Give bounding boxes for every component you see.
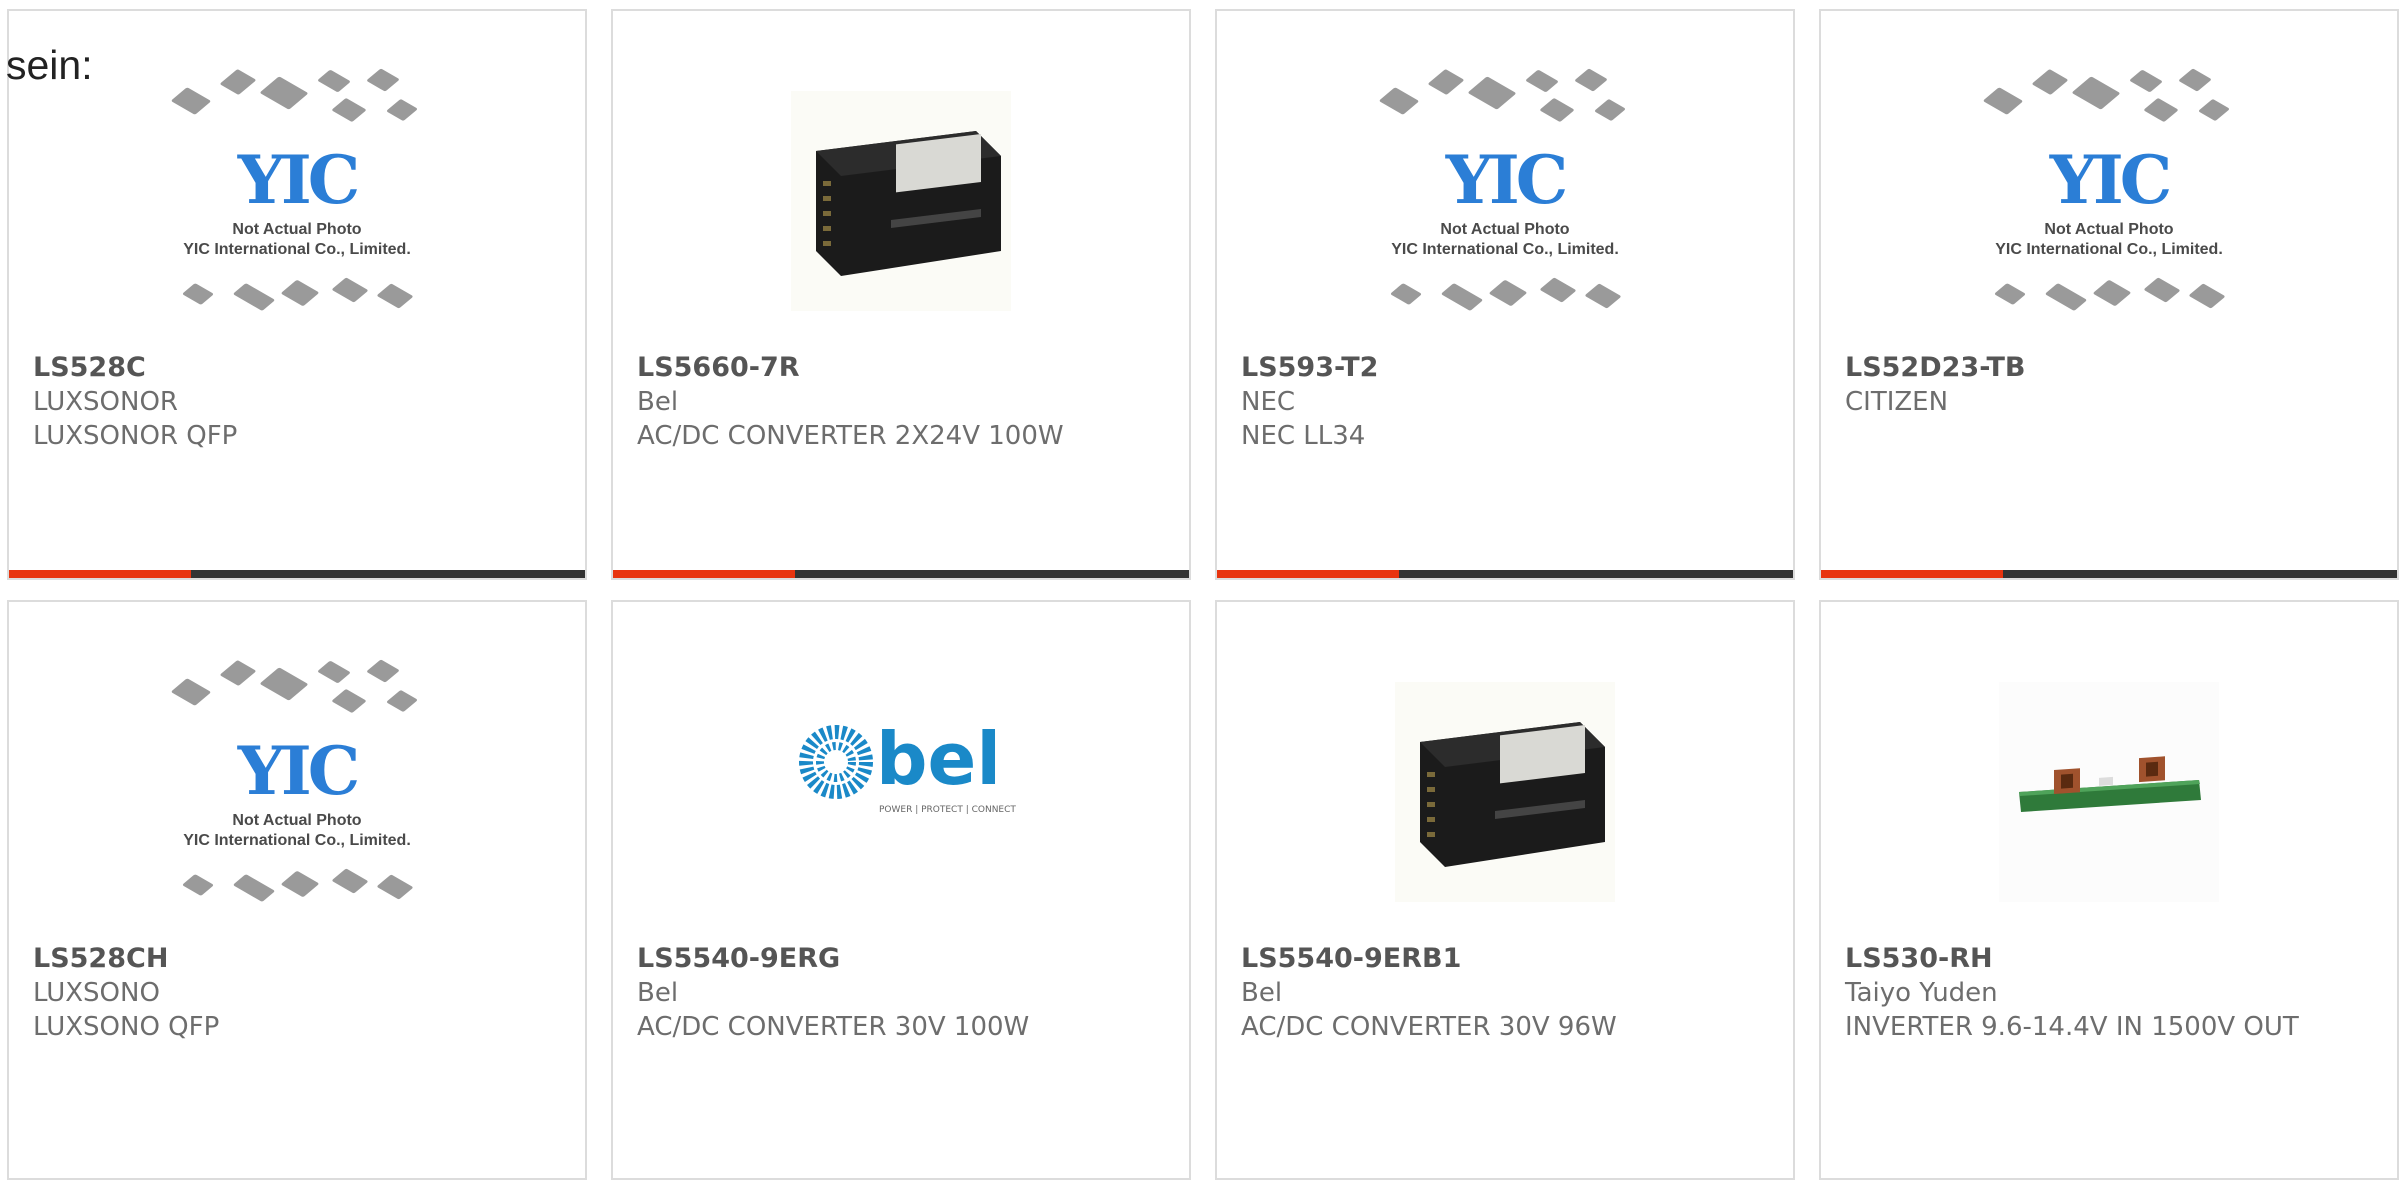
bel-logo-word: bel — [876, 717, 1001, 801]
yic-placeholder-image: YIC Not Actual Photo YIC International C… — [1365, 61, 1645, 341]
placeholder-company: YIC International Co., Limited. — [1391, 241, 1619, 258]
inverter-board-image — [1999, 682, 2219, 902]
product-card[interactable]: LS5540-9ERB1 Bel AC/DC CONVERTER 30V 96W — [1215, 600, 1795, 1180]
card-accent — [1217, 570, 1399, 578]
placeholder-company: YIC International Co., Limited. — [183, 832, 411, 849]
power-supply-image — [791, 91, 1011, 311]
product-image — [1365, 652, 1645, 932]
yic-logo: YIC — [2049, 141, 2173, 219]
card-underline-bar — [1217, 570, 1793, 578]
manufacturer: Taiyo Yuden — [1845, 978, 1998, 1008]
power-supply-image — [1395, 682, 1615, 902]
product-info: LS5660-7R Bel AC/DC CONVERTER 2X24V 100W — [637, 351, 1165, 453]
card-underline-bar — [1821, 570, 2397, 578]
card-underline-bar — [613, 570, 1189, 578]
product-image-placeholder: YIC Not Actual Photo YIC International C… — [1365, 61, 1645, 341]
placeholder-company: YIC International Co., Limited. — [183, 241, 411, 258]
product-info: LS5540-9ERG Bel AC/DC CONVERTER 30V 100W — [637, 942, 1165, 1044]
part-number: LS5540-9ERB1 — [1241, 943, 1462, 974]
product-image-placeholder: YIC Not Actual Photo YIC International C… — [157, 61, 437, 341]
product-info: LS593-T2 NEC NEC LL34 — [1241, 351, 1769, 453]
yic-placeholder-image: YIC Not Actual Photo YIC International C… — [1969, 61, 2249, 341]
part-number: LS593-T2 — [1241, 352, 1379, 383]
product-info: LS528CH LUXSONO LUXSONO QFP — [33, 942, 561, 1044]
card-accent — [613, 570, 795, 578]
manufacturer: LUXSONO — [33, 978, 160, 1008]
product-image: bel POWER | PROTECT | CONNECT — [761, 652, 1041, 932]
description: AC/DC CONVERTER 30V 96W — [1241, 1012, 1617, 1042]
description: AC/DC CONVERTER 30V 100W — [637, 1012, 1030, 1042]
description: AC/DC CONVERTER 2X24V 100W — [637, 421, 1064, 451]
yic-logo: YIC — [237, 141, 361, 219]
product-card[interactable]: YIC Not Actual Photo YIC International C… — [1215, 9, 1795, 580]
product-image-placeholder: YIC Not Actual Photo YIC International C… — [1969, 61, 2249, 341]
part-number: LS528CH — [33, 943, 169, 974]
product-card[interactable]: LS5660-7R Bel AC/DC CONVERTER 2X24V 100W — [611, 9, 1191, 580]
manufacturer: Bel — [637, 978, 679, 1008]
placeholder-note: Not Actual Photo — [232, 221, 362, 238]
card-accent — [1821, 570, 2003, 578]
bel-logo-tagline: POWER | PROTECT | CONNECT — [879, 805, 1016, 815]
placeholder-note: Not Actual Photo — [1440, 221, 1570, 238]
product-image — [1969, 652, 2249, 932]
part-number: LS528C — [33, 352, 146, 383]
product-card[interactable]: YIC Not Actual Photo YIC International C… — [1819, 9, 2399, 580]
product-info: LS528C LUXSONOR LUXSONOR QFP — [33, 351, 561, 453]
part-number: LS52D23-TB — [1845, 352, 2026, 383]
product-info: LS52D23-TB CITIZEN — [1845, 351, 2373, 419]
placeholder-note: Not Actual Photo — [2044, 221, 2174, 238]
placeholder-company: YIC International Co., Limited. — [1995, 241, 2223, 258]
lead-text: sein: — [6, 42, 93, 88]
placeholder-note: Not Actual Photo — [232, 812, 362, 829]
part-number: LS5540-9ERG — [637, 943, 841, 974]
product-card[interactable]: bel POWER | PROTECT | CONNECT LS5540-9ER… — [611, 600, 1191, 1180]
product-card[interactable]: YIC Not Actual Photo YIC International C… — [7, 9, 587, 580]
product-image-placeholder: YIC Not Actual Photo YIC International C… — [157, 652, 437, 932]
yic-logo: YIC — [237, 732, 361, 810]
product-info: LS5540-9ERB1 Bel AC/DC CONVERTER 30V 96W — [1241, 942, 1769, 1044]
manufacturer: CITIZEN — [1845, 387, 1949, 417]
product-card[interactable]: YIC Not Actual Photo YIC International C… — [7, 600, 587, 1180]
yic-placeholder-image: YIC Not Actual Photo YIC International C… — [157, 652, 437, 932]
description: NEC LL34 — [1241, 421, 1366, 451]
card-underline-bar — [9, 570, 585, 578]
product-image — [761, 61, 1041, 341]
manufacturer: LUXSONOR — [33, 387, 178, 417]
description: LUXSONO QFP — [33, 1012, 220, 1042]
product-card[interactable]: LS530-RH Taiyo Yuden INVERTER 9.6-14.4V … — [1819, 600, 2399, 1180]
description: INVERTER 9.6-14.4V IN 1500V OUT — [1845, 1012, 2299, 1042]
yic-logo: YIC — [1445, 141, 1569, 219]
bel-logo-image: bel POWER | PROTECT | CONNECT — [799, 717, 1016, 815]
manufacturer: Bel — [1241, 978, 1283, 1008]
product-info: LS530-RH Taiyo Yuden INVERTER 9.6-14.4V … — [1845, 942, 2373, 1044]
manufacturer: NEC — [1241, 387, 1296, 417]
description: LUXSONOR QFP — [33, 421, 238, 451]
product-grid: YIC Not Actual Photo YIC International C… — [0, 0, 2400, 1180]
part-number: LS5660-7R — [637, 352, 800, 383]
part-number: LS530-RH — [1845, 943, 1993, 974]
yic-placeholder-image: YIC Not Actual Photo YIC International C… — [157, 61, 437, 341]
card-accent — [9, 570, 191, 578]
manufacturer: Bel — [637, 387, 679, 417]
